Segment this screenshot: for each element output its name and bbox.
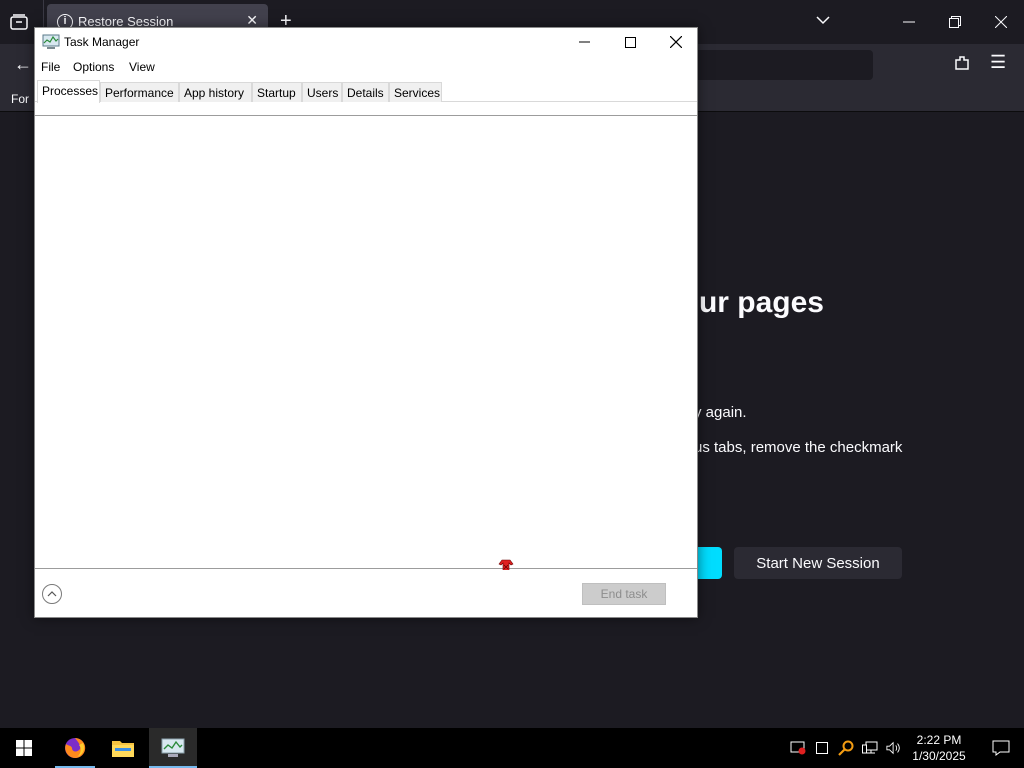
minimize-icon[interactable] xyxy=(561,28,607,56)
bookmark-item[interactable]: For xyxy=(11,92,29,106)
firefox-view-icon[interactable] xyxy=(8,11,30,33)
tab-performance[interactable]: Performance xyxy=(100,82,179,102)
volume-icon[interactable] xyxy=(886,740,902,756)
description-line-1: y again. xyxy=(694,404,747,421)
task-manager-window: Task Manager File Options View Processes… xyxy=(34,27,698,618)
tab-users[interactable]: Users xyxy=(302,82,342,102)
task-manager-app-icon xyxy=(42,34,60,50)
start-new-session-label: Start New Session xyxy=(756,554,880,572)
maximize-icon[interactable] xyxy=(607,28,653,56)
end-task-label: End task xyxy=(600,587,648,601)
task-manager-icon[interactable] xyxy=(149,728,197,768)
taskbar: 2:22 PM 1/30/2025 xyxy=(0,728,1024,768)
tab-strip: Processes Performance App history Startu… xyxy=(35,80,697,103)
tab-details[interactable]: Details xyxy=(342,82,389,102)
tab-services[interactable]: Services xyxy=(389,82,442,102)
fewer-details-chevron-up-icon[interactable] xyxy=(42,584,62,604)
url-bar[interactable] xyxy=(690,50,873,80)
file-explorer-icon[interactable] xyxy=(99,728,147,768)
menu-view[interactable]: View xyxy=(129,60,155,74)
minimize-icon[interactable] xyxy=(886,0,932,44)
clock-date: 1/30/2025 xyxy=(912,749,966,763)
back-arrow-icon[interactable]: ← xyxy=(14,54,32,75)
end-task-button[interactable]: End task xyxy=(582,583,666,605)
search-key-icon[interactable] xyxy=(838,740,854,756)
window-tray-icon[interactable] xyxy=(814,740,830,756)
process-list[interactable] xyxy=(35,115,697,573)
restore-icon[interactable] xyxy=(932,0,978,44)
window-title: Task Manager xyxy=(64,35,140,49)
start-new-session-button[interactable]: Start New Session xyxy=(734,547,902,579)
start-icon[interactable] xyxy=(0,728,48,768)
tab-app-history[interactable]: App history xyxy=(179,82,252,102)
clock-time: 2:22 PM xyxy=(916,733,962,747)
extensions-icon[interactable] xyxy=(953,54,971,77)
menu-options[interactable]: Options xyxy=(73,60,114,74)
clock[interactable]: 2:22 PM 1/30/2025 xyxy=(906,732,972,764)
title-bar[interactable]: Task Manager xyxy=(35,28,697,56)
footer: End task xyxy=(35,570,697,617)
description-line-2: us tabs, remove the checkmark xyxy=(694,439,903,456)
hamburger-menu-icon[interactable]: ☰ xyxy=(990,52,1006,73)
close-window-icon[interactable] xyxy=(978,0,1024,44)
menu-bar: File Options View xyxy=(35,57,697,77)
firefox-icon[interactable] xyxy=(51,728,99,768)
close-icon[interactable] xyxy=(653,28,699,56)
list-all-tabs-icon[interactable] xyxy=(816,12,830,30)
tab-processes[interactable]: Processes xyxy=(37,80,100,103)
tab-startup[interactable]: Startup xyxy=(252,82,302,102)
menu-file[interactable]: File xyxy=(41,60,60,74)
notification-center-icon[interactable] xyxy=(978,728,1024,768)
network-icon[interactable] xyxy=(862,740,878,756)
security-warning-icon[interactable] xyxy=(790,740,806,756)
